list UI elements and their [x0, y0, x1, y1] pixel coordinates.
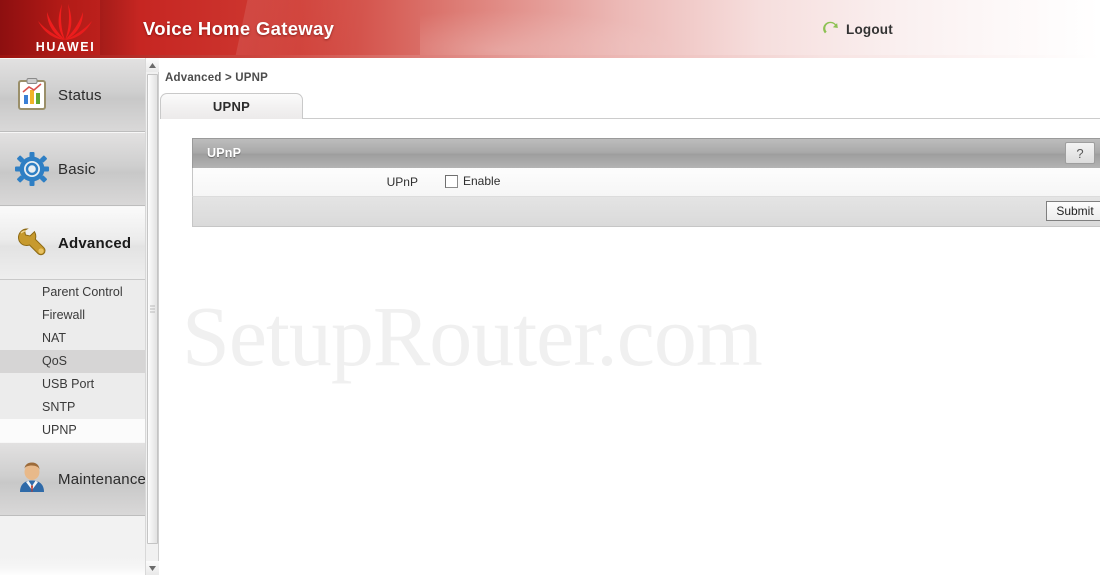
sidebar-subitem-upnp[interactable]: UPNP	[0, 419, 145, 442]
sidebar-item-status[interactable]: Status	[0, 58, 145, 132]
panel-footer: Submit	[192, 197, 1100, 227]
blue-gear-icon	[15, 152, 49, 186]
sidebar-subitem-firewall[interactable]: Firewall	[0, 304, 145, 327]
help-button[interactable]: ?	[1065, 142, 1095, 164]
sidebar-bottom-fade	[0, 557, 145, 575]
upnp-row-label: UPnP	[386, 175, 418, 189]
huawei-wordmark: HUAWEI	[35, 40, 96, 54]
sidebar-scrollbar[interactable]	[145, 58, 159, 575]
sidebar-subitem-usb-port[interactable]: USB Port	[0, 373, 145, 396]
upnp-enable-checkbox[interactable]	[445, 174, 458, 188]
sidebar-item-advanced[interactable]: Advanced	[0, 206, 145, 280]
caret-down-icon	[149, 565, 156, 571]
sidebar-item-basic[interactable]: Basic	[0, 132, 145, 206]
logout-button[interactable]: Logout	[822, 18, 893, 40]
scrollbar-grip-icon	[150, 305, 155, 313]
panel-header: UPnP ?	[192, 138, 1100, 168]
wrench-icon	[17, 228, 46, 256]
sidebar-label-maintenance: Maintenance	[58, 470, 145, 488]
scroll-down-button[interactable]	[146, 561, 159, 575]
watermark: SetupRouter.com	[182, 288, 763, 384]
user-person-icon	[20, 462, 44, 492]
sidebar-submenu-advanced: Parent Control Firewall NAT QoS USB Port…	[0, 280, 145, 442]
sidebar-label-basic: Basic	[58, 160, 96, 178]
scrollbar-thumb[interactable]	[147, 74, 158, 544]
sidebar-subitem-parent-control[interactable]: Parent Control	[0, 281, 145, 304]
sidebar-label-status: Status	[58, 86, 102, 104]
sidebar-subitem-sntp[interactable]: SNTP	[0, 396, 145, 419]
huawei-logo: HUAWEI	[18, 2, 113, 58]
submit-button[interactable]: Submit	[1046, 201, 1100, 221]
upnp-enable-field: Enable	[445, 174, 500, 188]
app-header: HUAWEI Voice Home Gateway Logout	[0, 0, 1100, 58]
page-title: Voice Home Gateway	[143, 18, 335, 39]
panel-title: UPnP	[207, 146, 242, 160]
chart-clipboard-icon	[18, 78, 46, 110]
refresh-back-arrow-icon	[823, 21, 838, 33]
upnp-enable-row: UPnP Enable	[192, 168, 1100, 197]
tab-upnp[interactable]: UPNP	[160, 93, 303, 119]
tab-strip: UPNP	[160, 93, 1100, 119]
sidebar-subitem-qos[interactable]: QoS	[0, 350, 145, 373]
header-sheen-right	[420, 10, 680, 58]
scroll-up-button[interactable]	[146, 58, 159, 72]
sidebar-label-advanced: Advanced	[58, 234, 132, 252]
breadcrumb: Advanced > UPNP	[165, 72, 269, 84]
main-content: Advanced > UPNP UPNP SetupRouter.com UPn…	[160, 58, 1100, 575]
sidebar-item-maintenance[interactable]: Maintenance	[0, 442, 145, 516]
upnp-enable-label: Enable	[463, 174, 501, 188]
caret-up-icon	[149, 62, 156, 68]
sidebar-subitem-nat[interactable]: NAT	[0, 327, 145, 350]
sidebar-nav: Status Basic Advanced Parent Control Fir…	[0, 58, 145, 575]
logout-label: Logout	[846, 21, 893, 37]
huawei-flower-icon	[38, 4, 92, 40]
upnp-panel: UPnP ? UPnP Enable Submit	[192, 138, 1100, 227]
